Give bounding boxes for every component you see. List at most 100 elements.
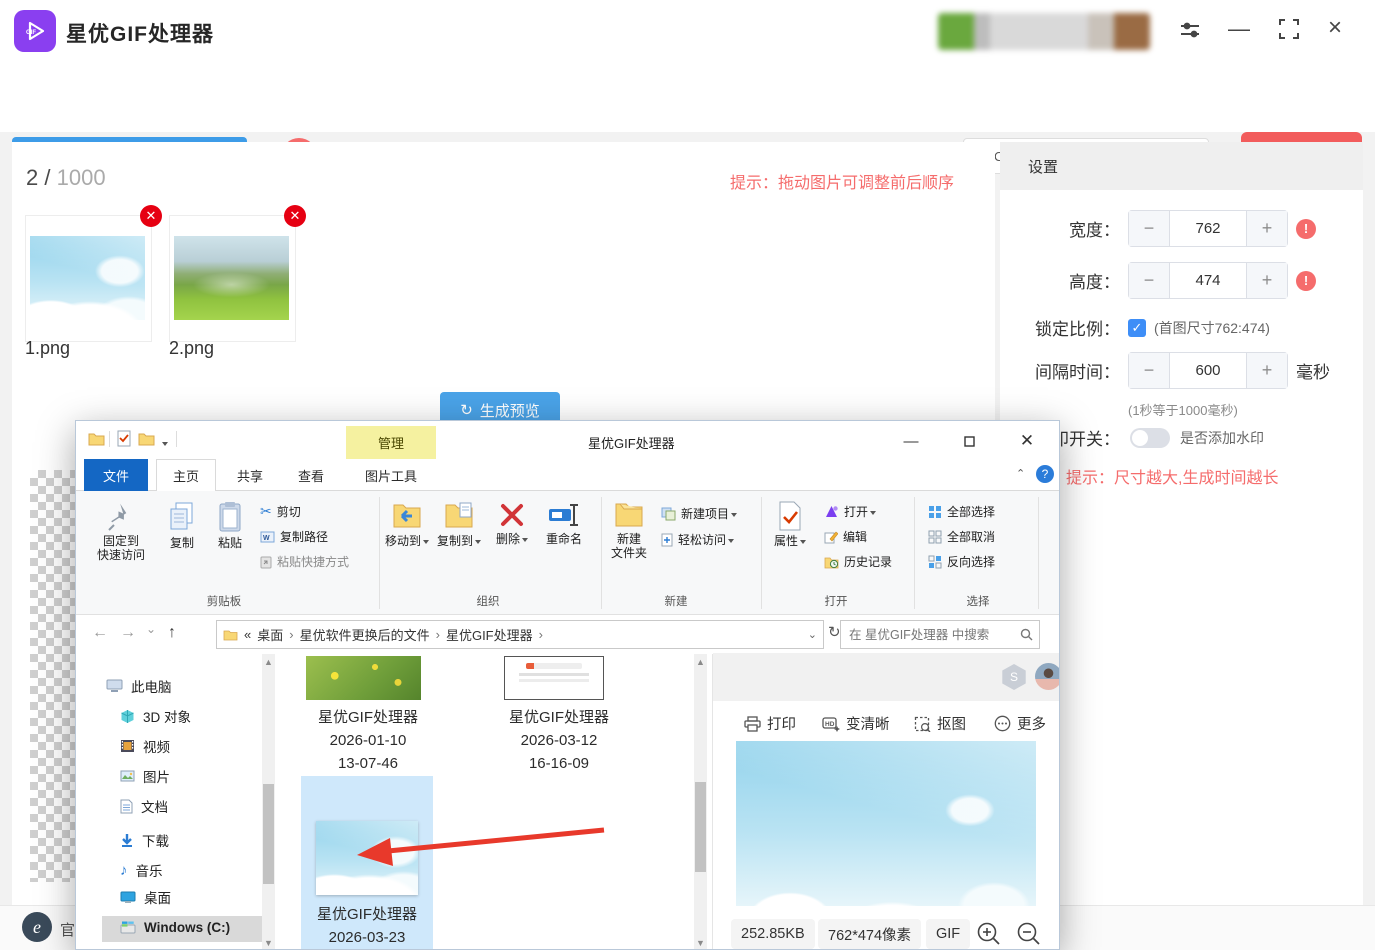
ribbon-collapse-icon[interactable]: ⌃ bbox=[1016, 467, 1025, 480]
interval-increment-button[interactable]: + bbox=[1246, 353, 1287, 388]
file-item-1[interactable]: 星优GIF处理器 2026-01-10 13-07-46 bbox=[288, 706, 448, 775]
file-item-3-selected[interactable]: 星优GIF处理器 2026-03-23 16-10-50 bbox=[301, 776, 433, 949]
new-item-button[interactable]: 新建项目 bbox=[661, 505, 738, 522]
interval-decrement-button[interactable]: − bbox=[1129, 353, 1170, 388]
qat-folder2-icon[interactable] bbox=[138, 432, 155, 446]
menu-home[interactable]: 主页 bbox=[156, 459, 216, 491]
sidebar-item-windows-c[interactable]: Windows (C:) bbox=[120, 920, 230, 935]
move-to-icon bbox=[393, 504, 421, 528]
official-site-icon[interactable]: e bbox=[22, 912, 52, 942]
copy-button[interactable]: 复制 bbox=[160, 501, 204, 550]
print-button[interactable]: 打印 bbox=[744, 713, 796, 734]
nav-up-button[interactable]: ↑ bbox=[168, 624, 176, 642]
menu-view[interactable]: 查看 bbox=[284, 459, 338, 491]
manage-context-tab[interactable]: 管理 bbox=[346, 426, 436, 459]
zoom-out-button[interactable] bbox=[1016, 921, 1042, 949]
copy-path-button[interactable]: W 复制路径 bbox=[260, 528, 328, 545]
scrollbar-thumb[interactable] bbox=[263, 784, 274, 884]
more-button[interactable]: 更多 bbox=[994, 713, 1046, 734]
cutout-button[interactable]: 抠图 bbox=[914, 713, 966, 734]
width-increment-button[interactable]: + bbox=[1246, 211, 1287, 246]
sidebar-scrollbar[interactable]: ▲ ▼ bbox=[262, 654, 275, 949]
menu-file[interactable]: 文件 bbox=[84, 459, 148, 491]
watermark-note: 是否添加水印 bbox=[1180, 429, 1264, 446]
zoom-in-button[interactable] bbox=[976, 921, 1002, 949]
height-increment-button[interactable]: + bbox=[1246, 263, 1287, 298]
edit-button[interactable]: 编辑 bbox=[824, 528, 867, 545]
remove-file-button[interactable]: ✕ bbox=[284, 205, 306, 227]
copy-to-icon bbox=[445, 502, 473, 528]
pin-quick-access-button[interactable]: 固定到 快速访问 bbox=[88, 501, 154, 562]
qat-checkmark-doc-icon[interactable] bbox=[117, 430, 131, 447]
settings-sliders-icon[interactable] bbox=[1178, 19, 1202, 48]
minimize-button[interactable]: — bbox=[1228, 18, 1250, 40]
interval-value[interactable]: 600 bbox=[1170, 353, 1246, 388]
explorer-close-button[interactable]: ✕ bbox=[1010, 429, 1044, 453]
sidebar-item-pictures[interactable]: 图片 bbox=[120, 766, 170, 786]
preview-avatar[interactable] bbox=[1035, 663, 1059, 690]
delete-button[interactable]: 删除 bbox=[490, 501, 534, 546]
qat-dropdown-icon[interactable] bbox=[160, 435, 168, 453]
cut-button[interactable]: ✂ 剪切 bbox=[260, 503, 301, 520]
filelist-scrollbar[interactable]: ▲ ▼ bbox=[694, 654, 707, 949]
user-account-blurred[interactable] bbox=[938, 13, 1150, 50]
scrollbar-thumb[interactable] bbox=[695, 782, 706, 872]
sidebar-item-music[interactable]: ♪ 音乐 bbox=[120, 860, 163, 880]
rename-button[interactable]: 重命名 bbox=[538, 501, 590, 546]
select-none-button[interactable]: 全部取消 bbox=[928, 528, 995, 545]
height-decrement-button[interactable]: − bbox=[1129, 263, 1170, 298]
nav-back-button[interactable]: ← bbox=[92, 624, 108, 642]
width-decrement-button[interactable]: − bbox=[1129, 211, 1170, 246]
lock-ratio-checkbox[interactable]: ✓ bbox=[1128, 318, 1146, 337]
explorer-titlebar[interactable]: 管理 星优GIF处理器 — ✕ bbox=[76, 421, 1059, 459]
nav-forward-button[interactable]: → bbox=[120, 624, 136, 642]
file-thumb-screenshot[interactable] bbox=[504, 656, 604, 700]
watermark-toggle[interactable] bbox=[1130, 427, 1170, 448]
explorer-maximize-button[interactable] bbox=[952, 429, 986, 453]
file-thumb-card-1[interactable]: ✕ bbox=[25, 205, 162, 342]
explorer-search-input[interactable] bbox=[847, 626, 1020, 643]
address-dropdown-icon[interactable]: ⌄ bbox=[808, 628, 817, 641]
width-value[interactable]: 762 bbox=[1170, 211, 1246, 246]
crumb-desktop[interactable]: 桌面 bbox=[257, 625, 283, 644]
move-to-button[interactable]: 移动到 bbox=[382, 501, 432, 548]
file-thumb-card-2[interactable]: ✕ bbox=[169, 205, 306, 342]
crumb-folder[interactable]: 星优软件更换后的文件 bbox=[300, 625, 430, 644]
height-value[interactable]: 474 bbox=[1170, 263, 1246, 298]
maximize-button[interactable] bbox=[1278, 18, 1300, 45]
close-button[interactable]: × bbox=[1328, 16, 1342, 40]
sidebar-item-documents[interactable]: 文档 bbox=[120, 796, 168, 816]
easy-access-button[interactable]: 轻松访问 bbox=[661, 531, 735, 548]
help-icon[interactable]: ? bbox=[1036, 465, 1054, 483]
properties-button[interactable]: 属性 bbox=[768, 501, 812, 548]
drag-order-tip: 提示：拖动图片可调整前后顺序 bbox=[730, 175, 955, 192]
explorer-minimize-button[interactable]: — bbox=[894, 429, 928, 453]
menu-picture-tools[interactable]: 图片工具 bbox=[346, 459, 436, 491]
menu-share[interactable]: 共享 bbox=[224, 459, 276, 491]
history-button[interactable]: 历史记录 bbox=[824, 553, 892, 570]
file-thumb-flowers[interactable] bbox=[306, 656, 421, 700]
qat-folder-icon[interactable] bbox=[88, 432, 105, 446]
select-all-button[interactable]: 全部选择 bbox=[928, 503, 995, 520]
copy-to-button[interactable]: 复制到 bbox=[434, 501, 484, 548]
sidebar-item-desktop[interactable]: 桌面 bbox=[120, 887, 171, 907]
sidebar-item-this-pc[interactable]: 此电脑 bbox=[106, 676, 172, 696]
paste-button[interactable]: 粘贴 bbox=[208, 501, 252, 550]
explorer-search-box[interactable] bbox=[840, 620, 1040, 649]
file-item-2[interactable]: 星优GIF处理器 2026-03-12 16-16-09 bbox=[479, 706, 639, 775]
sidebar-item-3d-objects[interactable]: 3D 对象 bbox=[120, 706, 191, 726]
remove-file-button[interactable]: ✕ bbox=[140, 205, 162, 227]
open-button[interactable]: 打开 bbox=[824, 503, 877, 520]
refresh-button[interactable]: ↻ bbox=[828, 623, 841, 641]
paste-shortcut-button[interactable]: 粘贴快捷方式 bbox=[260, 553, 349, 570]
invert-selection-button[interactable]: 反向选择 bbox=[928, 553, 995, 570]
plugin-hexagon-icon[interactable]: S bbox=[1002, 664, 1026, 690]
nav-history-dropdown[interactable]: ⌄ bbox=[146, 622, 156, 636]
ribbon-group-divider bbox=[1038, 497, 1039, 609]
crumb-current[interactable]: 星优GIF处理器 bbox=[446, 625, 533, 644]
clarify-button[interactable]: HD 变清晰 bbox=[822, 713, 890, 734]
new-folder-button[interactable]: 新建 文件夹 bbox=[604, 501, 654, 560]
address-breadcrumb[interactable]: « 桌面 › 星优软件更换后的文件 › 星优GIF处理器 › ⌄ bbox=[216, 620, 824, 649]
sidebar-item-downloads[interactable]: 下载 bbox=[120, 830, 169, 850]
sidebar-item-videos[interactable]: 视频 bbox=[120, 736, 170, 756]
